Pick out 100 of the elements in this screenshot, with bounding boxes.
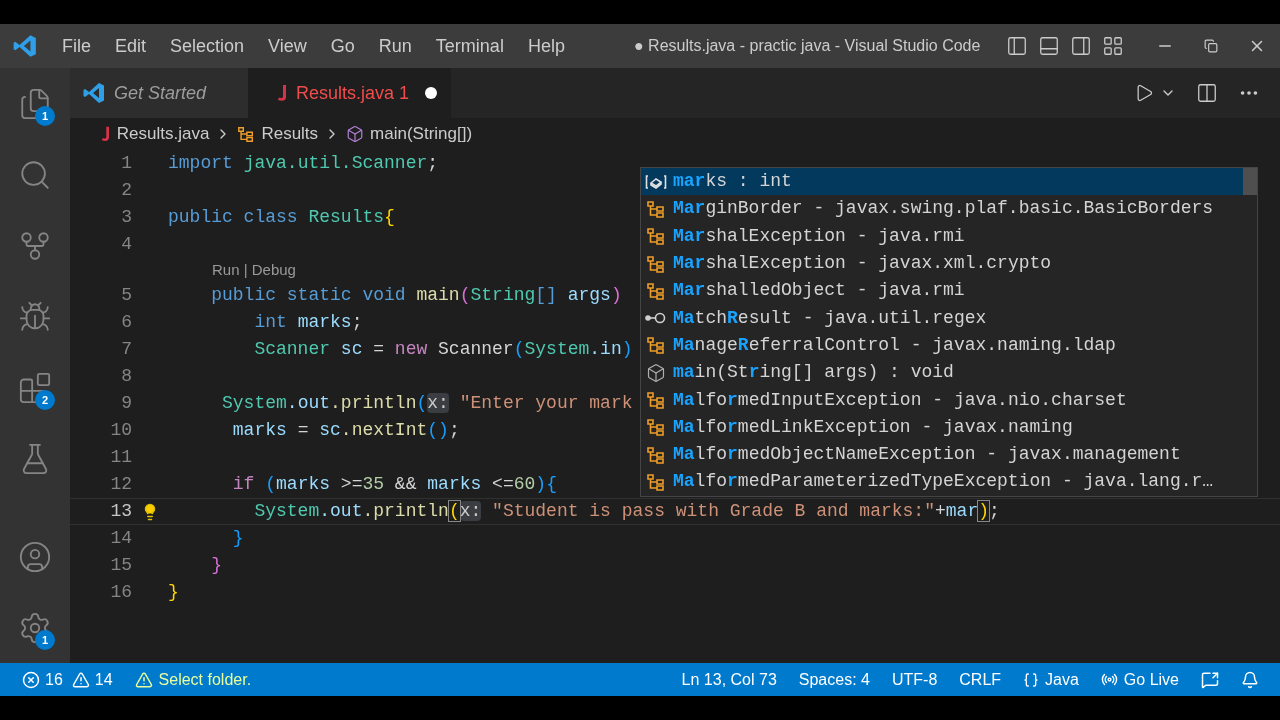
status-item[interactable]: Spaces: 4 xyxy=(787,663,881,696)
line-number: 10 xyxy=(109,419,132,442)
breadcrumb-item[interactable]: Results.java xyxy=(116,121,210,147)
suggestion-item[interactable]: marks : int xyxy=(641,168,1243,196)
editor-tab[interactable]: Get Started xyxy=(70,68,248,118)
restore-icon[interactable] xyxy=(1204,39,1218,53)
menu-item[interactable]: Edit xyxy=(103,32,159,60)
suggestion-item[interactable]: MarginBorder - javax.swing.plaf.basic.BasicBorders xyxy=(641,195,1243,223)
warning-icon xyxy=(71,670,90,689)
feedback-icon xyxy=(1201,670,1219,689)
suggestion-item[interactable]: MalformedParameterizedTypeException - java.lang.r… xyxy=(641,468,1243,496)
menu-item[interactable]: Go xyxy=(318,32,367,60)
suggestion-item[interactable]: MalformedLinkException - javax.naming xyxy=(641,413,1243,441)
menu-item[interactable]: Terminal xyxy=(423,32,516,60)
account-icon[interactable] xyxy=(18,539,52,574)
bell-icon xyxy=(1241,670,1259,689)
breadcrumb-item[interactable]: Results xyxy=(261,121,319,147)
split-editor-icon[interactable] xyxy=(1196,82,1218,104)
menu-item[interactable]: View xyxy=(256,32,319,60)
code-line: if (marks >=35 && marks <=60){ xyxy=(231,473,557,496)
status-item[interactable]: CRLF xyxy=(948,663,1013,696)
notification-badge: 1 xyxy=(35,106,55,126)
extensions-icon[interactable] xyxy=(18,370,52,405)
code-line: Scanner sc = new Scanner(System.in) xyxy=(253,338,633,361)
status-item[interactable]: Ln 13, Col 73 xyxy=(670,663,788,696)
line-number: 9 xyxy=(120,392,132,415)
settings-icon[interactable] xyxy=(18,610,52,645)
line-number: 5 xyxy=(120,284,132,307)
code-line: } xyxy=(210,554,222,577)
class-symbol-icon xyxy=(646,444,666,465)
line-number: 4 xyxy=(120,233,132,256)
code-line: import java.util.Scanner; xyxy=(168,152,439,175)
line-number: 11 xyxy=(109,446,132,469)
suggestion-item[interactable]: MarshalException - java.rmi xyxy=(641,222,1243,250)
vscode-logo-icon xyxy=(82,81,106,105)
toggle-secondary-sidebar-icon[interactable] xyxy=(1070,35,1092,57)
method-cube-icon xyxy=(646,362,666,383)
select-folder-button[interactable]: Select folder. xyxy=(122,663,264,696)
code-line: System.out.println(x: "Student is pass with Grade B and marks:"+mar); xyxy=(253,500,1000,523)
method-cube-icon xyxy=(346,125,365,143)
notification-badge: 1 xyxy=(35,630,55,650)
class-symbol-icon xyxy=(646,335,666,356)
line-number: 6 xyxy=(120,311,132,334)
suggestion-item[interactable]: ManageReferralControl - javax.naming.ldap xyxy=(641,331,1243,360)
class-symbol-icon xyxy=(237,125,256,143)
class-symbol-icon xyxy=(646,198,666,219)
window-title: ● Results.java - practic java - Visual Studio Code xyxy=(634,36,981,56)
class-symbol-icon xyxy=(646,253,666,274)
code-line: } xyxy=(168,581,179,604)
class-symbol-icon xyxy=(646,390,666,410)
code-line: int marks; xyxy=(253,311,363,334)
suggestion-item[interactable]: MarshalException - javax.xml.crypto xyxy=(641,249,1243,278)
run-debug-icon[interactable] xyxy=(18,299,52,334)
class-symbol-icon xyxy=(646,417,666,438)
menu-item[interactable]: Help xyxy=(515,32,577,60)
codelens[interactable]: Run | Debug xyxy=(212,258,296,282)
app-logo xyxy=(12,33,38,59)
scrollbar-thumb[interactable] xyxy=(1243,168,1257,195)
notification-badge: 2 xyxy=(35,390,55,410)
suggestion-item[interactable]: MarshalledObject - java.rmi xyxy=(641,277,1243,305)
menu-item[interactable]: Selection xyxy=(158,32,257,60)
java-file-icon xyxy=(100,125,111,143)
line-number: 12 xyxy=(109,473,132,496)
code-line: } xyxy=(231,527,244,550)
error-icon xyxy=(22,670,40,689)
suggestion-item[interactable]: MalformedInputException - java.nio.charset xyxy=(641,386,1243,414)
line-number: 16 xyxy=(109,581,132,604)
status-item[interactable]: UTF-8 xyxy=(880,663,949,696)
problems-indicator[interactable]: 16 14 xyxy=(0,663,123,696)
menu-item[interactable]: File xyxy=(50,32,103,60)
toggle-panel-icon[interactable] xyxy=(1038,35,1060,57)
line-number: 15 xyxy=(109,554,132,577)
line-number: 8 xyxy=(120,365,132,388)
class-symbol-icon xyxy=(646,471,666,492)
code-line: marks = sc.nextInt(); xyxy=(231,419,460,442)
code-line: System.out.println(x: "Enter your mark xyxy=(221,392,633,415)
class-symbol-icon xyxy=(646,226,666,247)
warning-icon xyxy=(134,670,153,689)
explorer-icon[interactable] xyxy=(18,86,52,121)
menu-item[interactable]: Run xyxy=(366,32,424,60)
broadcast-icon xyxy=(1100,671,1118,688)
interface-symbol-icon xyxy=(645,312,667,325)
line-number: 2 xyxy=(120,179,132,202)
line-number: 1 xyxy=(120,152,132,175)
class-symbol-icon xyxy=(646,280,666,301)
suggestion-item[interactable]: MatchResult - java.util.regex xyxy=(641,304,1243,332)
java-file-icon xyxy=(276,83,288,103)
braces-icon xyxy=(1023,671,1040,688)
suggestion-item[interactable]: main(String[] args) : void xyxy=(641,359,1243,387)
language-mode[interactable]: Java xyxy=(1012,663,1090,696)
customize-layout-icon[interactable] xyxy=(1102,35,1124,57)
breadcrumb-item[interactable]: main(String[]) xyxy=(370,121,473,147)
suggestion-item[interactable]: MalformedObjectNameException - javax.management xyxy=(641,440,1243,469)
code-line: public static void main(String[] args) xyxy=(210,284,622,307)
go-live-button[interactable]: Go Live xyxy=(1089,663,1190,696)
line-number: 13 xyxy=(109,500,132,523)
line-number: 7 xyxy=(120,338,132,361)
editor-tab[interactable]: Results.java 1 xyxy=(248,68,452,118)
toggle-sidebar-icon[interactable] xyxy=(1006,35,1028,57)
code-line: public class Results{ xyxy=(168,206,395,229)
